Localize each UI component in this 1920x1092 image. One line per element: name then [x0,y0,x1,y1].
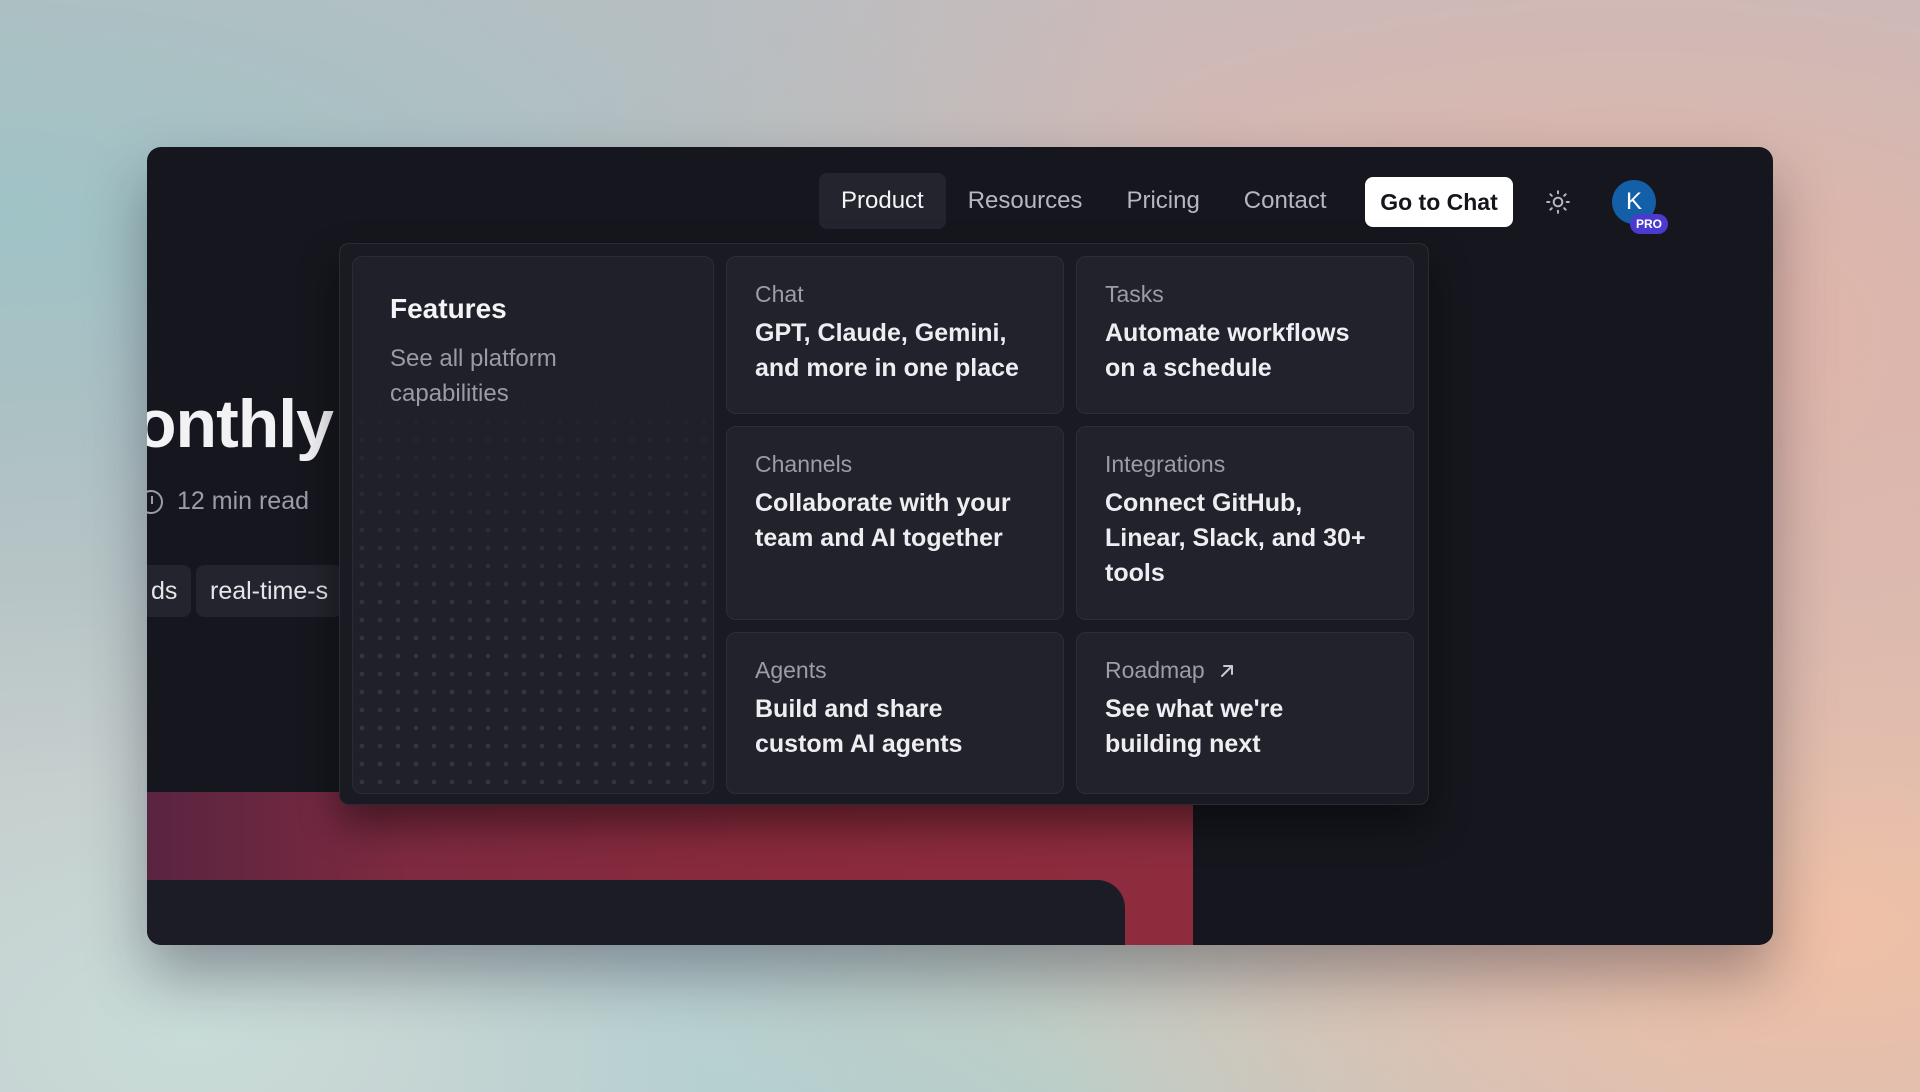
sun-icon[interactable] [1543,187,1573,217]
top-nav: Product Resources Pricing Contact [819,173,1349,229]
tag-chip[interactable]: real-time-s [196,565,343,617]
card-title-row: Roadmap [1105,657,1385,684]
app-window: onthly U 12 min read ds real-time-s Prod… [147,147,1773,945]
hero-card [147,880,1125,945]
menu-card-chat[interactable]: Chat GPT, Claude, Gemini, and more in on… [726,256,1064,414]
menu-card-agents[interactable]: Agents Build and share custom AI agents [726,632,1064,794]
card-description: Collaborate with your team and AI togeth… [755,489,1011,552]
nav-pricing[interactable]: Pricing [1104,173,1221,229]
card-title: Roadmap [1105,657,1205,683]
article-meta: 12 min read [147,487,309,516]
tag-chip[interactable]: ds [147,565,192,617]
card-description: Connect GitHub, Linear, Slack, and 30+ t… [1105,489,1366,587]
menu-card-tasks[interactable]: Tasks Automate workflows on a schedule [1076,256,1414,414]
features-card[interactable]: Features See all platform capabilities [352,256,714,794]
features-title: Features [390,293,507,324]
nav-contact[interactable]: Contact [1222,173,1349,229]
card-description: GPT, Claude, Gemini, and more in one pla… [755,319,1019,382]
card-title: Chat [755,281,804,307]
nav-product[interactable]: Product [819,173,946,229]
card-title: Integrations [1105,451,1226,477]
card-title: Channels [755,451,853,477]
clock-icon [147,489,163,514]
card-description: Automate workflows on a schedule [1105,319,1350,382]
pro-badge: PRO [1630,214,1669,234]
product-dropdown: Features See all platform capabilities C… [339,243,1429,805]
dot-pattern [353,377,713,793]
card-description: See what we're building next [1105,695,1284,758]
card-title: Tasks [1105,281,1164,307]
menu-card-roadmap[interactable]: Roadmap See what we're building next [1076,632,1414,794]
arrow-up-right-icon [1220,664,1233,677]
menu-card-integrations[interactable]: Integrations Connect GitHub, Linear, Sla… [1076,426,1414,620]
read-time: 12 min read [177,487,310,515]
card-description: Build and share custom AI agents [755,695,963,758]
card-title: Agents [755,657,827,683]
nav-resources[interactable]: Resources [946,173,1105,229]
menu-card-channels[interactable]: Channels Collaborate with your team and … [726,426,1064,620]
features-description: See all platform capabilities [390,345,557,407]
go-to-chat-button[interactable]: Go to Chat [1365,177,1513,227]
